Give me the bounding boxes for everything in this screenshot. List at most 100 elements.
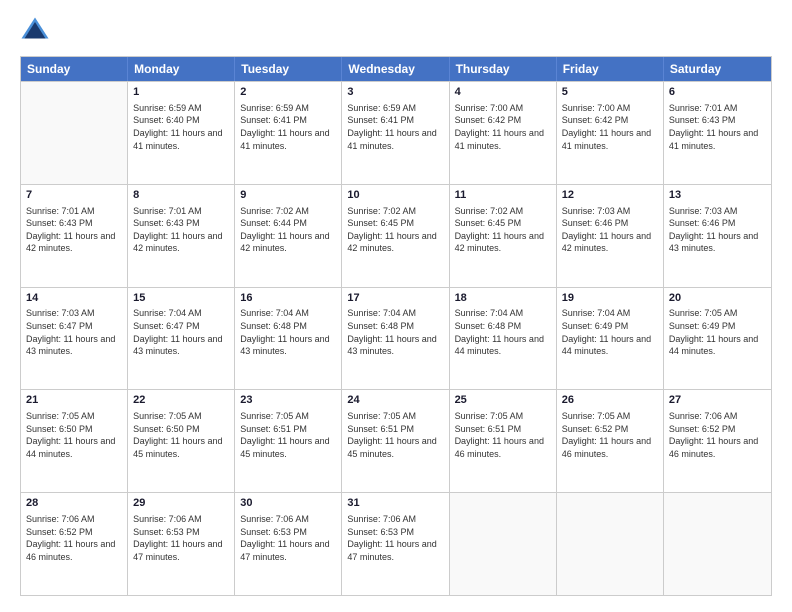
cell-info: Sunrise: 7:06 AMSunset: 6:52 PMDaylight:… [669, 410, 766, 460]
calendar-cell: 16Sunrise: 7:04 AMSunset: 6:48 PMDayligh… [235, 288, 342, 390]
calendar-cell: 9 Sunrise: 7:02 AMSunset: 6:44 PMDaylight… [235, 185, 342, 287]
calendar-cell: 13 Sunrise: 7:03 AMSunset: 6:46 PMDayligh… [664, 185, 771, 287]
cell-info: Sunrise: 7:05 AMSunset: 6:52 PMDaylight:… [562, 410, 658, 460]
cell-info: Sunrise: 6:59 AMSunset: 6:41 PMDaylight:… [347, 102, 443, 152]
cell-info: Sunrise: 7:04 AMSunset: 6:48 PMDaylight:… [455, 307, 551, 357]
cell-info: Sunrise: 7:06 AMSunset: 6:53 PMDaylight:… [133, 513, 229, 563]
day-number: 26 [562, 393, 658, 408]
calendar-cell: 25 Sunrise: 7:05 AMSunset: 6:51 PMDayligh… [450, 390, 557, 492]
day-number: 14 [26, 291, 122, 306]
calendar-cell: 2Sunrise: 6:59 AMSunset: 6:41 PMDaylight… [235, 82, 342, 184]
calendar-cell [664, 493, 771, 595]
header-day-wednesday: Wednesday [342, 57, 449, 81]
day-number: 8 [133, 188, 229, 203]
cell-info: Sunrise: 7:01 AMSunset: 6:43 PMDaylight:… [133, 205, 229, 255]
calendar-cell: 31 Sunrise: 7:06 AMSunset: 6:53 PMDayligh… [342, 493, 449, 595]
calendar-cell: 23 Sunrise: 7:05 AMSunset: 6:51 PMDayligh… [235, 390, 342, 492]
calendar-cell: 8 Sunrise: 7:01 AMSunset: 6:43 PMDaylight… [128, 185, 235, 287]
day-number: 1 [133, 85, 229, 100]
calendar-cell: 4 Sunrise: 7:00 AMSunset: 6:42 PMDaylight… [450, 82, 557, 184]
page: SundayMondayTuesdayWednesdayThursdayFrid… [0, 0, 792, 612]
calendar-week-2: 7 Sunrise: 7:01 AMSunset: 6:43 PMDaylight… [21, 184, 771, 287]
day-number: 4 [455, 85, 551, 100]
cell-info: Sunrise: 7:03 AMSunset: 6:46 PMDaylight:… [669, 205, 766, 255]
day-number: 13 [669, 188, 766, 203]
header-day-thursday: Thursday [450, 57, 557, 81]
cell-info: Sunrise: 7:06 AMSunset: 6:53 PMDaylight:… [347, 513, 443, 563]
calendar-cell: 19Sunrise: 7:04 AMSunset: 6:49 PMDayligh… [557, 288, 664, 390]
calendar-cell: 27 Sunrise: 7:06 AMSunset: 6:52 PMDayligh… [664, 390, 771, 492]
calendar-cell: 7 Sunrise: 7:01 AMSunset: 6:43 PMDaylight… [21, 185, 128, 287]
day-number: 11 [455, 188, 551, 203]
cell-info: Sunrise: 7:03 AMSunset: 6:47 PMDaylight:… [26, 307, 122, 357]
day-number: 21 [26, 393, 122, 408]
day-number: 17 [347, 291, 443, 306]
cell-info: Sunrise: 7:04 AMSunset: 6:48 PMDaylight:… [347, 307, 443, 357]
cell-info: Sunrise: 7:01 AMSunset: 6:43 PMDaylight:… [669, 102, 766, 152]
day-number: 6 [669, 85, 766, 100]
cell-info: Sunrise: 7:05 AMSunset: 6:51 PMDaylight:… [240, 410, 336, 460]
day-number: 9 [240, 188, 336, 203]
calendar-cell: 17Sunrise: 7:04 AMSunset: 6:48 PMDayligh… [342, 288, 449, 390]
header-day-tuesday: Tuesday [235, 57, 342, 81]
calendar-cell: 22Sunrise: 7:05 AMSunset: 6:50 PMDayligh… [128, 390, 235, 492]
day-number: 27 [669, 393, 766, 408]
calendar-cell [21, 82, 128, 184]
calendar-week-3: 14Sunrise: 7:03 AMSunset: 6:47 PMDayligh… [21, 287, 771, 390]
calendar-cell: 6 Sunrise: 7:01 AMSunset: 6:43 PMDaylight… [664, 82, 771, 184]
calendar-week-1: 1 Sunrise: 6:59 AMSunset: 6:40 PMDaylight… [21, 81, 771, 184]
calendar: SundayMondayTuesdayWednesdayThursdayFrid… [20, 56, 772, 596]
calendar-cell: 24Sunrise: 7:05 AMSunset: 6:51 PMDayligh… [342, 390, 449, 492]
cell-info: Sunrise: 7:02 AMSunset: 6:44 PMDaylight:… [240, 205, 336, 255]
cell-info: Sunrise: 7:06 AMSunset: 6:53 PMDaylight:… [240, 513, 336, 563]
day-number: 20 [669, 291, 766, 306]
calendar-cell: 29 Sunrise: 7:06 AMSunset: 6:53 PMDayligh… [128, 493, 235, 595]
day-number: 29 [133, 496, 229, 511]
day-number: 3 [347, 85, 443, 100]
cell-info: Sunrise: 7:05 AMSunset: 6:51 PMDaylight:… [347, 410, 443, 460]
day-number: 10 [347, 188, 443, 203]
day-number: 5 [562, 85, 658, 100]
cell-info: Sunrise: 7:02 AMSunset: 6:45 PMDaylight:… [347, 205, 443, 255]
header-day-saturday: Saturday [664, 57, 771, 81]
day-number: 12 [562, 188, 658, 203]
cell-info: Sunrise: 7:00 AMSunset: 6:42 PMDaylight:… [455, 102, 551, 152]
day-number: 25 [455, 393, 551, 408]
day-number: 23 [240, 393, 336, 408]
cell-info: Sunrise: 6:59 AMSunset: 6:40 PMDaylight:… [133, 102, 229, 152]
calendar-week-4: 21 Sunrise: 7:05 AMSunset: 6:50 PMDayligh… [21, 389, 771, 492]
header-day-monday: Monday [128, 57, 235, 81]
cell-info: Sunrise: 7:01 AMSunset: 6:43 PMDaylight:… [26, 205, 122, 255]
day-number: 31 [347, 496, 443, 511]
calendar-cell: 11Sunrise: 7:02 AMSunset: 6:45 PMDayligh… [450, 185, 557, 287]
calendar-cell: 20Sunrise: 7:05 AMSunset: 6:49 PMDayligh… [664, 288, 771, 390]
cell-info: Sunrise: 7:05 AMSunset: 6:51 PMDaylight:… [455, 410, 551, 460]
calendar-cell: 30 Sunrise: 7:06 AMSunset: 6:53 PMDayligh… [235, 493, 342, 595]
calendar-week-5: 28 Sunrise: 7:06 AMSunset: 6:52 PMDayligh… [21, 492, 771, 595]
day-number: 15 [133, 291, 229, 306]
calendar-cell: 10 Sunrise: 7:02 AMSunset: 6:45 PMDayligh… [342, 185, 449, 287]
cell-info: Sunrise: 7:05 AMSunset: 6:49 PMDaylight:… [669, 307, 766, 357]
cell-info: Sunrise: 7:04 AMSunset: 6:49 PMDaylight:… [562, 307, 658, 357]
cell-info: Sunrise: 7:03 AMSunset: 6:46 PMDaylight:… [562, 205, 658, 255]
calendar-cell: 5Sunrise: 7:00 AMSunset: 6:42 PMDaylight… [557, 82, 664, 184]
cell-info: Sunrise: 6:59 AMSunset: 6:41 PMDaylight:… [240, 102, 336, 152]
calendar-cell [557, 493, 664, 595]
day-number: 19 [562, 291, 658, 306]
header-day-friday: Friday [557, 57, 664, 81]
calendar-cell [450, 493, 557, 595]
cell-info: Sunrise: 7:06 AMSunset: 6:52 PMDaylight:… [26, 513, 122, 563]
cell-info: Sunrise: 7:05 AMSunset: 6:50 PMDaylight:… [26, 410, 122, 460]
calendar-body: 1 Sunrise: 6:59 AMSunset: 6:40 PMDaylight… [21, 81, 771, 595]
day-number: 16 [240, 291, 336, 306]
calendar-cell: 26 Sunrise: 7:05 AMSunset: 6:52 PMDayligh… [557, 390, 664, 492]
day-number: 28 [26, 496, 122, 511]
day-number: 7 [26, 188, 122, 203]
cell-info: Sunrise: 7:04 AMSunset: 6:48 PMDaylight:… [240, 307, 336, 357]
calendar-cell: 14Sunrise: 7:03 AMSunset: 6:47 PMDayligh… [21, 288, 128, 390]
calendar-cell: 18Sunrise: 7:04 AMSunset: 6:48 PMDayligh… [450, 288, 557, 390]
calendar-cell: 28 Sunrise: 7:06 AMSunset: 6:52 PMDayligh… [21, 493, 128, 595]
calendar-cell: 15Sunrise: 7:04 AMSunset: 6:47 PMDayligh… [128, 288, 235, 390]
day-number: 30 [240, 496, 336, 511]
calendar-cell: 21 Sunrise: 7:05 AMSunset: 6:50 PMDayligh… [21, 390, 128, 492]
